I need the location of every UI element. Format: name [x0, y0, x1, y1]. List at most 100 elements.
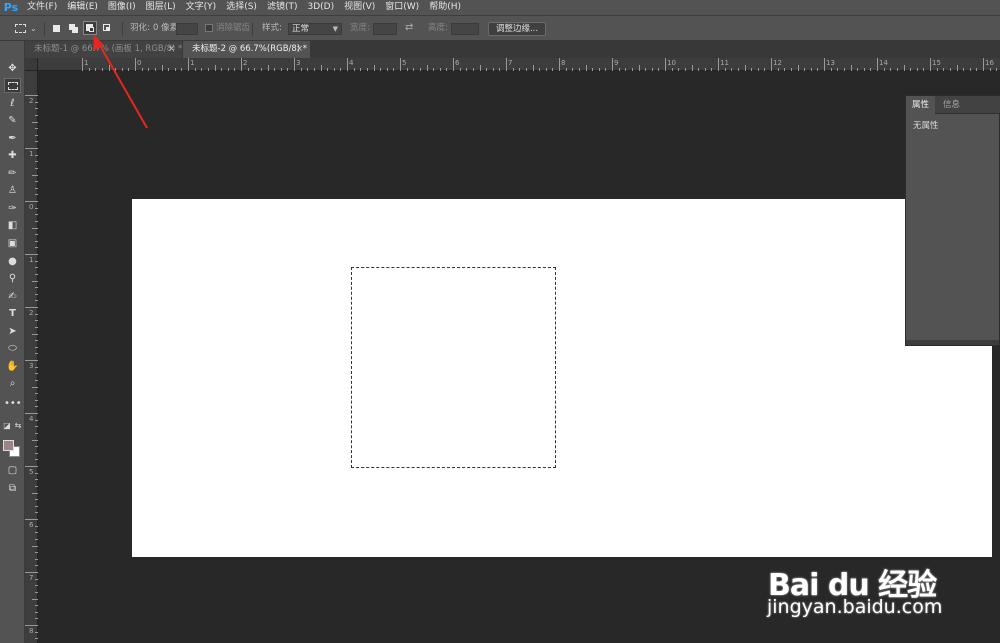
feather-input[interactable]	[176, 23, 198, 35]
blur-icon[interactable]: ●	[4, 254, 21, 269]
menu-filter[interactable]: 滤镜(T)	[262, 0, 303, 15]
photoshop-window: Ps 文件(F) 编辑(E) 图像(I) 图层(L) 文字(Y) 选择(S) 滤…	[0, 0, 1000, 643]
ruler-minor-tick	[890, 68, 892, 71]
ruler-minor-tick	[201, 68, 203, 71]
antialias-checkbox[interactable]	[205, 24, 213, 32]
screen-mode-icon[interactable]: ⧉	[4, 481, 21, 496]
ruler-minor-tick	[35, 426, 38, 428]
menu-select[interactable]: 选择(S)	[221, 0, 262, 15]
menu-edit[interactable]: 编辑(E)	[62, 0, 103, 15]
healing-icon[interactable]: ✚	[4, 148, 21, 163]
ruler-minor-tick	[35, 605, 38, 607]
history-brush-icon[interactable]: ✑	[4, 201, 21, 216]
ruler-tick	[877, 58, 878, 71]
menu-file[interactable]: 文件(F)	[22, 0, 62, 15]
ruler-minor-tick	[32, 545, 38, 547]
dodge-icon[interactable]: ⚲	[4, 271, 21, 286]
ruler-minor-tick	[757, 68, 759, 71]
menu-layer[interactable]: 图层(L)	[141, 0, 181, 15]
width-input[interactable]	[373, 23, 397, 35]
swap-arrows-icon[interactable]: ⇄	[405, 21, 413, 35]
rect-marquee-icon[interactable]	[4, 78, 21, 93]
add-to-selection-button[interactable]	[66, 21, 80, 35]
ruler-minor-tick	[35, 128, 38, 130]
ruler-minor-tick	[989, 68, 991, 71]
gradient-icon[interactable]: ▣	[4, 236, 21, 251]
ruler-label: 2	[29, 309, 34, 317]
ruler-tick	[559, 58, 560, 71]
intersect-selection-button[interactable]	[100, 21, 114, 35]
quick-select-icon[interactable]: ✎	[4, 113, 21, 128]
ruler-minor-tick	[154, 68, 156, 71]
ruler-minor-tick	[539, 68, 541, 71]
ruler-minor-tick	[168, 68, 170, 71]
menu-image[interactable]: 图像(I)	[103, 0, 141, 15]
more-tools-icon[interactable]: •••	[4, 396, 22, 411]
subtract-from-selection-button[interactable]	[83, 21, 97, 35]
ruler-minor-tick	[35, 446, 38, 448]
ruler-label: 1	[29, 150, 34, 158]
ruler-minor-tick	[592, 68, 594, 71]
pen-icon[interactable]: ✍	[4, 289, 21, 304]
ruler-minor-tick	[327, 68, 329, 71]
foreground-color-swatch[interactable]	[3, 440, 14, 451]
menu-window[interactable]: 窗口(W)	[380, 0, 424, 15]
ruler-minor-tick	[35, 638, 38, 640]
ruler-minor-tick	[870, 68, 872, 71]
eyedropper-icon[interactable]: ✒	[4, 131, 21, 146]
new-selection-button[interactable]	[49, 21, 63, 35]
ruler-minor-tick	[896, 68, 898, 71]
close-icon[interactable]: ×	[168, 41, 175, 58]
path-select-icon[interactable]: ➤	[4, 324, 21, 339]
ellipse-icon[interactable]: ⬭	[4, 341, 21, 356]
lasso-icon[interactable]: ℓ	[4, 96, 21, 111]
style-select[interactable]: 正常 ▼	[288, 23, 342, 35]
type-icon[interactable]: T	[4, 306, 21, 321]
menu-help[interactable]: 帮助(H)	[424, 0, 466, 15]
zoom-icon[interactable]: ⌕	[4, 376, 21, 391]
ruler-minor-tick	[35, 108, 38, 110]
brush-icon[interactable]: ✏	[4, 166, 21, 181]
tab-document-1[interactable]: 未标题-1 @ 66.7% (画板 1, RGB/8) * ×	[25, 41, 182, 58]
menu-view[interactable]: 视图(V)	[339, 0, 380, 15]
tab-document-2[interactable]: 未标题-2 @ 66.7%(RGB/8) * ×	[183, 41, 310, 58]
ruler-minor-tick	[32, 598, 38, 600]
ruler-label: 1	[84, 59, 89, 67]
vertical-ruler[interactable]: 2 1 0 1 2 3 4 5 6 7 8	[25, 71, 38, 643]
ruler-minor-tick	[658, 68, 660, 71]
height-input[interactable]	[451, 23, 479, 35]
ruler-minor-tick	[108, 65, 110, 71]
ruler-minor-tick	[207, 68, 209, 71]
ruler-label: 8	[561, 59, 566, 67]
tab-info[interactable]: 信息	[937, 96, 966, 114]
move-icon[interactable]: ✥	[4, 61, 21, 76]
eraser-icon[interactable]: ◧	[4, 218, 21, 233]
close-icon[interactable]: ×	[296, 41, 303, 58]
menu-3d[interactable]: 3D(D)	[302, 0, 339, 15]
ruler-minor-tick	[35, 114, 38, 116]
horizontal-ruler[interactable]: 1 0 1 2 3 4 5 6 7 8 9 10 11 12 13 14 15 16	[38, 58, 1000, 71]
ruler-minor-tick	[32, 280, 38, 282]
document-canvas[interactable]	[132, 199, 992, 557]
tool-preset-picker[interactable]: ⌄	[12, 21, 40, 35]
tab-properties[interactable]: 属性	[906, 96, 936, 114]
quick-mask-icon[interactable]: ▢	[4, 463, 21, 478]
selection-marquee[interactable]	[351, 267, 556, 468]
default-colors-icon[interactable]: ◪	[3, 418, 11, 433]
swap-colors-icon[interactable]: ⇆	[14, 418, 22, 433]
ruler-minor-tick	[684, 68, 686, 71]
ruler-minor-tick	[32, 333, 38, 335]
ruler-tick	[25, 360, 38, 361]
ruler-minor-tick	[737, 68, 739, 71]
ruler-minor-tick	[472, 68, 474, 71]
document-workspace[interactable]	[39, 72, 1000, 643]
ruler-origin[interactable]	[25, 58, 38, 71]
hand-icon[interactable]: ✋	[4, 359, 21, 374]
clone-stamp-icon[interactable]: ♙	[4, 183, 21, 198]
ruler-tick	[930, 58, 931, 71]
ruler-minor-tick	[35, 273, 38, 275]
ruler-label: 13	[826, 59, 835, 67]
refine-edge-button[interactable]: 调整边缘...	[488, 22, 546, 36]
menu-type[interactable]: 文字(Y)	[181, 0, 222, 15]
ruler-minor-tick	[373, 65, 375, 71]
